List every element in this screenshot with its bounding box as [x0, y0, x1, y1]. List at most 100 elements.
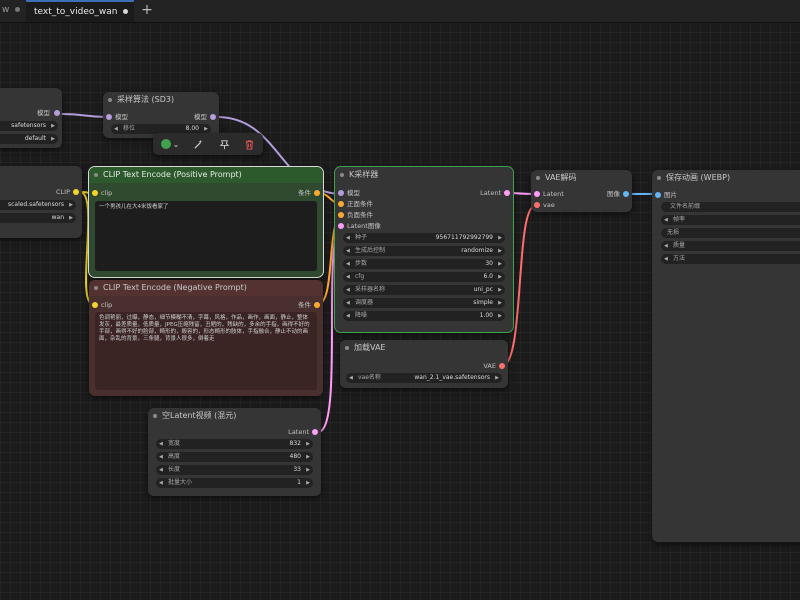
bypass-button[interactable]	[185, 133, 211, 155]
arrow-right-icon: ▶	[498, 248, 502, 254]
negative-prompt-textarea[interactable]: 色调艳丽，过曝，静态，细节模糊不清，字幕，风格，作品，画作，画面，静止，整体发灰…	[95, 312, 317, 390]
arrow-right-icon: ▶	[69, 215, 73, 221]
arrow-left-icon: ◀	[664, 256, 668, 262]
arrow-right-icon: ▶	[51, 123, 55, 129]
seed-widget[interactable]: ◀ 种子 956711792992799 ▶	[343, 233, 505, 243]
arrow-left-icon: ◀	[159, 480, 163, 486]
length-widget[interactable]: ◀ 长度 33 ▶	[156, 465, 313, 475]
arrow-right-icon: ▶	[69, 202, 73, 208]
input-port-negative[interactable]	[338, 212, 344, 218]
output-port-conditioning[interactable]	[314, 302, 320, 308]
input-port-clip[interactable]	[92, 190, 98, 196]
color-picker-button[interactable]: ⌄	[157, 133, 183, 155]
fps-widget[interactable]: ◀ 帧率	[661, 215, 800, 225]
input-port-vae[interactable]	[534, 202, 540, 208]
scheduler-widget[interactable]: ◀ 调度器 simple ▶	[343, 298, 505, 308]
input-label-positive: 正面条件	[347, 200, 373, 208]
positive-prompt-textarea[interactable]: 一个男孩儿在大4米饭看家了	[95, 201, 317, 271]
arrow-left-icon: ◀	[346, 261, 350, 267]
model-wire	[61, 113, 108, 118]
arrow-left-icon: ◀	[114, 126, 118, 132]
arrow-left-icon: ◀	[346, 248, 350, 254]
clip-text-encode-positive-node[interactable]: CLIP Text Encode (Positive Prompt) clip …	[88, 166, 324, 278]
output-label-latent: Latent	[480, 189, 501, 197]
selection-toolbar: ⌄	[153, 133, 263, 155]
input-label-model: 模型	[115, 113, 128, 121]
ksampler-node[interactable]: K采样器 模型 Latent 正面条件 负面条件 Latent图像 ◀ 种子 956…	[334, 166, 514, 333]
diffusion-model-loader-node[interactable]: 模型 safetensors ▶ default ▶	[0, 88, 62, 148]
empty-latent-video-node[interactable]: 空Latent视频 (混元) Latent ◀ 宽度 832 ▶ ◀ 高度 480 ▶ ◀ 长…	[148, 408, 321, 496]
vae-name-select[interactable]: ◀ vae名称 wan_2.1_vae.safetensors ▶	[346, 373, 502, 383]
input-port-positive[interactable]	[338, 201, 344, 207]
arrow-right-icon: ▶	[498, 300, 502, 306]
node-title: VAE解码	[531, 170, 632, 186]
new-tab-button[interactable]: +	[138, 0, 156, 22]
output-port-vae[interactable]	[499, 363, 505, 369]
save-animated-webp-node[interactable]: 保存动画 (WEBP) 图片 文件名前缀 ◀ 帧率 无损 ◀ 质量 ◀ 方法	[652, 170, 800, 542]
lossless-toggle[interactable]: 无损	[661, 228, 800, 238]
pin-button[interactable]	[211, 133, 237, 155]
output-label-conditioning: 条件	[298, 189, 311, 197]
output-port-model[interactable]	[210, 114, 216, 120]
output-port-model[interactable]	[54, 110, 60, 116]
sampler-name-widget[interactable]: ◀ 采样器名称 uni_pc ▶	[343, 285, 505, 295]
quality-widget[interactable]: ◀ 质量	[661, 241, 800, 251]
workflow-tab-previous[interactable]: w	[0, 0, 24, 22]
output-port-clip[interactable]	[73, 189, 79, 195]
clip-text-encode-negative-node[interactable]: CLIP Text Encode (Negative Prompt) clip …	[89, 280, 323, 396]
arrow-right-icon: ▶	[495, 375, 499, 381]
input-port-model[interactable]	[106, 114, 112, 120]
clip-name-select[interactable]: scaled.safetensors ▶	[0, 200, 76, 210]
input-port-clip[interactable]	[92, 302, 98, 308]
node-title: 采样算法 (SD3)	[103, 92, 219, 108]
weight-dtype-select[interactable]: default ▶	[0, 134, 58, 144]
delete-button[interactable]	[237, 133, 261, 155]
workflow-tab-bar: w text_to_video_wan +	[0, 0, 800, 23]
control-after-generate-widget[interactable]: ◀ 生成后控制 randomize ▶	[343, 246, 505, 256]
denoise-widget[interactable]: ◀ 降噪 1.00 ▶	[343, 311, 505, 321]
arrow-right-icon: ▶	[498, 261, 502, 267]
input-port-samples[interactable]	[534, 191, 540, 197]
method-select[interactable]: ◀ 方法	[661, 254, 800, 264]
input-label-vae: vae	[543, 201, 555, 209]
model-sampling-sd3-node[interactable]: 采样算法 (SD3) 模型 模型 ◀ 移位 8.00 ▶	[103, 92, 219, 138]
arrow-right-icon: ▶	[498, 274, 502, 280]
output-port-latent[interactable]	[312, 429, 318, 435]
node-title: 空Latent视频 (混元)	[148, 408, 321, 424]
arrow-left-icon: ◀	[664, 243, 668, 249]
input-label-clip: clip	[101, 189, 113, 197]
height-widget[interactable]: ◀ 高度 480 ▶	[156, 452, 313, 462]
node-title: CLIP Text Encode (Positive Prompt)	[89, 167, 323, 183]
plus-icon: +	[141, 2, 153, 18]
vae-decode-node[interactable]: VAE解码 Latent 图像 vae	[531, 170, 632, 212]
load-vae-node[interactable]: 加载VAE VAE ◀ vae名称 wan_2.1_vae.safetensors ▶	[340, 340, 508, 388]
tab-label: text_to_video_wan	[34, 7, 118, 17]
node-title: 保存动画 (WEBP)	[652, 170, 800, 186]
trash-icon	[245, 139, 253, 150]
tab-label: w	[2, 5, 10, 15]
input-label-images: 图片	[664, 191, 677, 199]
output-port-conditioning[interactable]	[314, 190, 320, 196]
node-title: K采样器	[335, 167, 513, 183]
clip-loader-node[interactable]: CLIP scaled.safetensors ▶ wan ▶	[0, 166, 82, 238]
filename-prefix-input[interactable]: 文件名前缀	[661, 202, 800, 212]
width-widget[interactable]: ◀ 宽度 832 ▶	[156, 439, 313, 449]
model-name-select[interactable]: safetensors ▶	[0, 121, 58, 131]
node-graph-canvas[interactable]: 模型 safetensors ▶ default ▶ 采样算法 (SD3) 模型 模…	[0, 22, 800, 600]
output-port-latent[interactable]	[504, 190, 510, 196]
input-port-images[interactable]	[655, 192, 661, 198]
steps-widget[interactable]: ◀ 步数 30 ▶	[343, 259, 505, 269]
arrow-left-icon: ◀	[159, 467, 163, 473]
input-label-model: 模型	[347, 189, 360, 197]
input-port-latent-image[interactable]	[338, 223, 344, 229]
cfg-widget[interactable]: ◀ cfg 6.0 ▶	[343, 272, 505, 282]
clip-type-select[interactable]: wan ▶	[0, 213, 76, 223]
input-port-model[interactable]	[338, 190, 344, 196]
unsaved-dot-icon	[123, 9, 129, 14]
output-port-image[interactable]	[623, 191, 629, 197]
arrow-left-icon: ◀	[346, 287, 350, 293]
workflow-tab-active[interactable]: text_to_video_wan	[26, 0, 134, 22]
output-label-model: 模型	[194, 113, 207, 121]
arrow-right-icon: ▶	[498, 287, 502, 293]
batch-size-widget[interactable]: ◀ 批量大小 1 ▶	[156, 478, 313, 488]
